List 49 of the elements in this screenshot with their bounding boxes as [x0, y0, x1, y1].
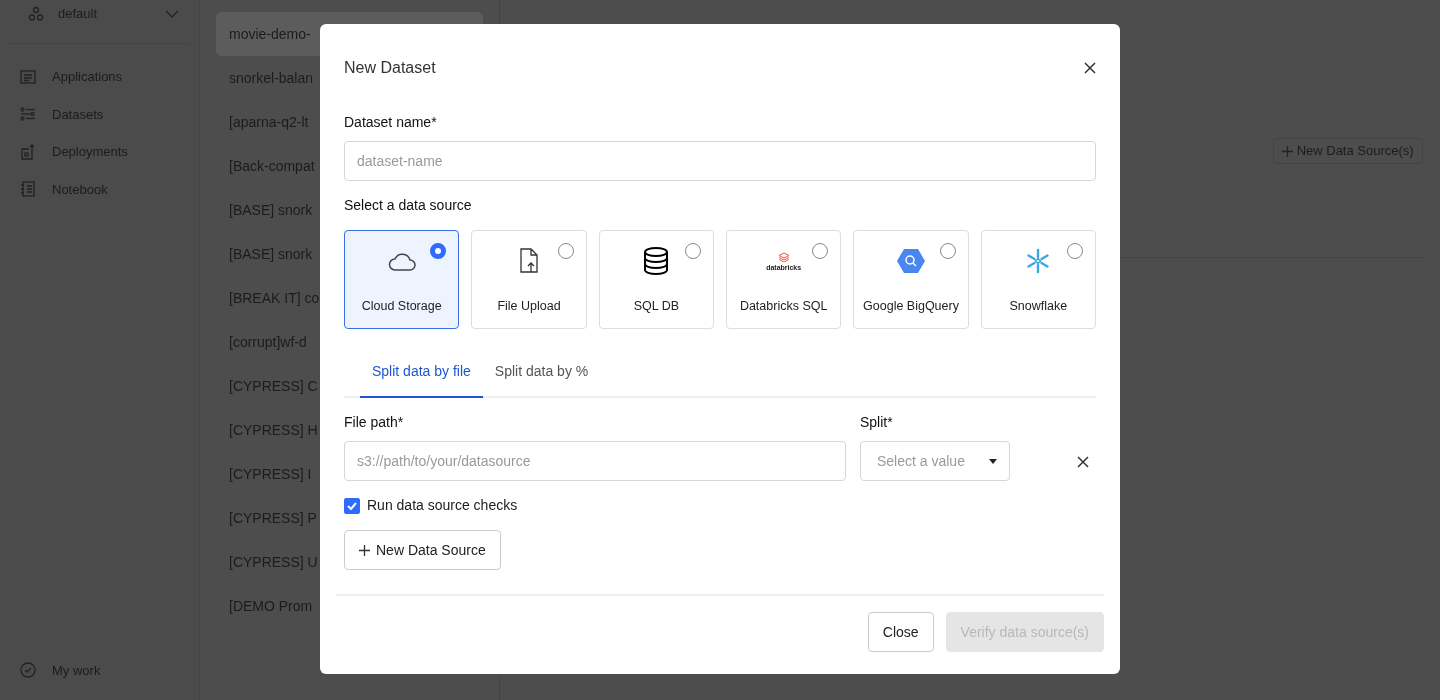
file-path-field[interactable]: s3://path/to/your/datasource [344, 441, 846, 481]
source-label: Databricks SQL [739, 298, 828, 316]
notebook-icon [20, 181, 36, 198]
checkbox-label[interactable]: Run data source checks [367, 495, 518, 516]
file-upload-icon [518, 248, 540, 275]
data-source-card[interactable]: SQL DB [598, 230, 714, 329]
plus-icon [1282, 146, 1293, 158]
cloud-icon [386, 250, 417, 273]
tab[interactable]: Split data by % [482, 349, 601, 398]
field-label: Split* [860, 413, 894, 432]
sliders-icon [20, 107, 36, 122]
radio-button[interactable] [557, 243, 574, 259]
radio-button[interactable] [430, 243, 447, 259]
section-label: Select a data source [344, 196, 473, 215]
new-data-source-button[interactable]: New Data Source [344, 530, 501, 570]
layers-icon [777, 251, 790, 262]
split-select[interactable]: Select a value [860, 441, 1010, 481]
radio-button[interactable] [939, 243, 956, 259]
upload-box-icon [20, 143, 36, 160]
close-button[interactable]: Close [867, 612, 934, 652]
source-label: SQL DB [633, 298, 679, 316]
list-window-icon [20, 69, 36, 84]
data-source-card[interactable]: File Upload [471, 230, 587, 329]
source-label: Google BigQuery [863, 298, 959, 316]
checkbox[interactable] [344, 497, 360, 514]
radio-button[interactable] [685, 243, 701, 259]
data-source-card[interactable]: Snowflake [980, 230, 1096, 329]
people-icon [28, 6, 44, 23]
dataset-name-field[interactable]: dataset-name [344, 141, 1096, 181]
close-icon[interactable] [1084, 62, 1096, 74]
field-label: Dataset name* [344, 113, 438, 132]
radio-button[interactable] [812, 243, 829, 259]
source-label: File Upload [497, 298, 561, 316]
source-label: Snowflake [1009, 298, 1068, 316]
magnifier-hexagon-icon [896, 248, 926, 275]
database-icon [643, 247, 670, 276]
field-label: File path* [344, 413, 405, 432]
data-source-card[interactable]: Google BigQuery [853, 230, 969, 329]
select-placeholder: Select a value [877, 451, 965, 471]
snowflake-icon [1025, 248, 1052, 275]
check-circle-icon [20, 662, 36, 679]
caret-icon [989, 458, 997, 464]
data-source-card[interactable]: Cloud Storage [344, 230, 460, 329]
plus-icon [359, 544, 370, 556]
tab[interactable]: Split data by file [360, 349, 483, 398]
source-label: Cloud Storage [361, 298, 442, 316]
radio-button[interactable] [1067, 243, 1083, 259]
checkmark-icon [347, 501, 357, 510]
dialog-title: New Dataset [344, 58, 436, 78]
